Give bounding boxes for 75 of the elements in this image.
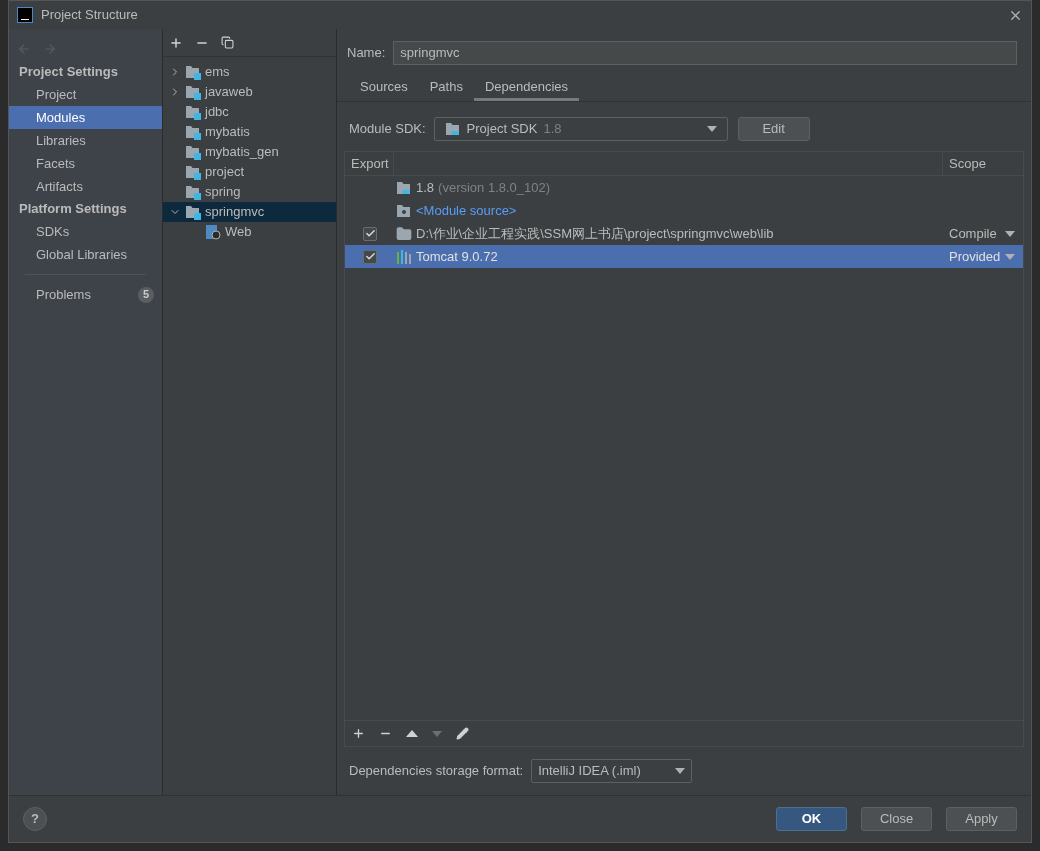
web-facet-icon: [205, 224, 221, 240]
tree-item[interactable]: jdbc: [163, 102, 336, 122]
storage-format-dropdown[interactable]: IntelliJ IDEA (.iml): [531, 759, 693, 783]
tab[interactable]: Dependencies: [473, 75, 580, 101]
section-header: Platform Settings: [18, 199, 128, 218]
module-folder-icon: [185, 64, 201, 80]
section-header: Project Settings: [18, 62, 119, 81]
library-bars-icon: [396, 249, 412, 264]
dialog-button[interactable]: Close: [861, 807, 932, 831]
edit-icon[interactable]: [456, 727, 469, 740]
export-checkbox[interactable]: [363, 226, 377, 241]
sdk-folder-icon: [396, 179, 412, 196]
dropdown-arrow-icon: [1005, 253, 1015, 260]
dependency-version: (version 1.8.0_102): [438, 178, 551, 197]
dependency-row[interactable]: Tomcat 9.0.72 Provided: [345, 245, 1023, 268]
sidebar-item[interactable]: Problems 5: [9, 283, 162, 306]
dropdown-arrow-icon: [675, 768, 686, 774]
dependency-name: 1.8: [416, 178, 435, 197]
scope-dropdown[interactable]: Provided: [943, 246, 1023, 267]
sidebar-item[interactable]: Global Libraries: [9, 243, 162, 266]
sidebar-item[interactable]: Facets: [9, 152, 162, 175]
folder-icon: [396, 202, 412, 219]
add-icon[interactable]: [169, 35, 183, 50]
sdk-folder-icon: [444, 121, 461, 137]
edit-button[interactable]: Edit: [737, 117, 810, 141]
dependency-row[interactable]: D:\作业\企业工程实践\SSM网上书店\project\springmvc\web\lib Compile: [345, 222, 1023, 245]
sidebar-item[interactable]: Artifacts: [9, 175, 162, 198]
dependency-name: Tomcat 9.0.72: [416, 247, 498, 266]
module-folder-icon: [185, 204, 201, 220]
tree-item[interactable]: mybatis_gen: [163, 142, 336, 162]
add-icon[interactable]: [352, 727, 365, 740]
tree-item[interactable]: ems: [163, 62, 336, 82]
copy-icon[interactable]: [221, 36, 234, 49]
name-label: Name:: [347, 44, 386, 63]
dependency-name: <Module source>: [416, 201, 517, 220]
tree-item[interactable]: Web: [163, 222, 336, 242]
sidebar-item[interactable]: Project: [9, 83, 162, 106]
dependency-row[interactable]: 1.8 (version 1.8.0_102): [345, 176, 1023, 199]
window-title: Project Structure: [41, 6, 138, 25]
tab[interactable]: Sources: [349, 75, 419, 101]
tree-item[interactable]: spring: [163, 182, 336, 202]
module-folder-icon: [185, 144, 201, 160]
storage-format-label: Dependencies storage format:: [349, 762, 524, 781]
tree-item[interactable]: javaweb: [163, 82, 336, 102]
tab[interactable]: Paths: [418, 75, 474, 101]
module-folder-icon: [185, 164, 201, 180]
module-folder-icon: [185, 124, 201, 140]
app-logo-icon: [17, 7, 33, 23]
export-checkbox[interactable]: [363, 249, 377, 264]
name-field[interactable]: springmvc: [393, 41, 1017, 65]
sdk-dropdown[interactable]: Project SDK 1.8: [433, 117, 728, 141]
module-folder-icon: [185, 84, 201, 100]
ok-button[interactable]: OK: [776, 807, 847, 831]
column-header: Export: [345, 152, 394, 175]
sdk-label: Module SDK:: [349, 120, 426, 139]
scope-dropdown[interactable]: Compile: [943, 223, 1023, 244]
tree-item[interactable]: project: [163, 162, 336, 182]
move-down-icon: [432, 730, 442, 737]
dependency-name: D:\作业\企业工程实践\SSM网上书店\project\springmvc\web\lib: [416, 224, 774, 243]
tree-item[interactable]: springmvc: [163, 202, 336, 222]
dropdown-arrow-icon: [706, 126, 717, 132]
dialog-button[interactable]: Apply: [946, 807, 1017, 831]
folder-icon: [396, 225, 412, 242]
move-up-icon[interactable]: [406, 730, 418, 737]
sidebar-item[interactable]: SDKs: [9, 220, 162, 243]
column-header: Scope: [948, 154, 987, 173]
module-folder-icon: [185, 104, 201, 120]
count-badge: 5: [138, 286, 154, 303]
dropdown-arrow-icon: [1005, 230, 1015, 237]
sidebar-item[interactable]: Modules: [9, 106, 162, 129]
sidebar-item[interactable]: Libraries: [9, 129, 162, 152]
tree-item[interactable]: mybatis: [163, 122, 336, 142]
dependency-row[interactable]: <Module source>: [345, 199, 1023, 222]
module-folder-icon: [185, 184, 201, 200]
help-icon[interactable]: ?: [23, 807, 47, 831]
